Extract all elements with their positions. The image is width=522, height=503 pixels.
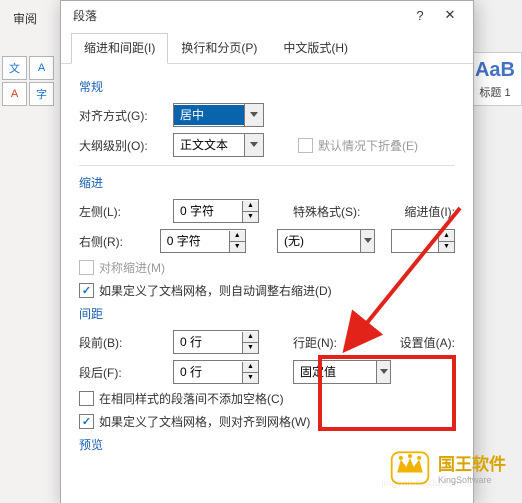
- chevron-down-icon: [244, 134, 263, 156]
- tab-line-page-breaks[interactable]: 换行和分页(P): [168, 33, 270, 63]
- right-indent-spinner[interactable]: 0 字符 ▲▼: [160, 229, 246, 253]
- style-caption: 标题 1: [479, 84, 510, 100]
- spin-up-icon[interactable]: ▲: [243, 332, 258, 342]
- spin-down-icon[interactable]: ▼: [243, 372, 258, 383]
- help-button[interactable]: ?: [405, 1, 435, 29]
- chevron-down-icon: [376, 361, 390, 383]
- dialog-title: 段落: [73, 7, 97, 24]
- checkbox-box: ✓: [79, 414, 94, 429]
- snap-to-grid-label: 如果定义了文档网格，则对齐到网格(W): [99, 413, 310, 430]
- checkbox-box: ✓: [79, 283, 94, 298]
- collapse-checkbox: 默认情况下折叠(E): [298, 137, 418, 154]
- line-spacing-value: 固定值: [294, 362, 376, 382]
- checkbox-box: [79, 260, 94, 275]
- section-indent: 缩进: [79, 174, 455, 191]
- mirror-indent-checkbox: 对称缩进(M): [79, 259, 165, 276]
- outline-label: 大纲级别(O):: [79, 137, 165, 154]
- spin-up-icon[interactable]: ▲: [230, 231, 245, 241]
- mirror-indent-label: 对称缩进(M): [99, 259, 165, 276]
- right-indent-label: 右侧(R):: [79, 233, 152, 250]
- auto-adjust-indent-label: 如果定义了文档网格，则自动调整右缩进(D): [99, 282, 332, 299]
- ribbon-group-2: A 字: [2, 82, 54, 106]
- spin-down-icon[interactable]: ▼: [243, 211, 258, 222]
- space-before-spinner[interactable]: 0 行 ▲▼: [173, 330, 259, 354]
- checkbox-box: [298, 138, 313, 153]
- ribbon-group-1: 文 A: [2, 56, 54, 80]
- divider: [79, 165, 455, 166]
- tab-indent-spacing[interactable]: 缩进和间距(I): [71, 33, 168, 64]
- alignment-label: 对齐方式(G):: [79, 107, 165, 124]
- indent-value-label: 缩进值(I):: [404, 203, 455, 220]
- space-after-value: 0 行: [174, 362, 242, 382]
- spin-up-icon[interactable]: ▲: [243, 201, 258, 211]
- special-label: 特殊格式(S):: [293, 203, 360, 220]
- collapse-label: 默认情况下折叠(E): [318, 137, 418, 154]
- special-value: (无): [278, 231, 360, 251]
- space-before-value: 0 行: [174, 332, 242, 352]
- spin-up-icon[interactable]: ▲: [243, 362, 258, 372]
- chevron-down-icon: [244, 104, 263, 126]
- left-indent-value: 0 字符: [174, 201, 242, 221]
- ribbon-btn-wen[interactable]: 文: [2, 56, 27, 80]
- ribbon-btn-a[interactable]: A: [29, 56, 54, 80]
- no-space-same-style-checkbox[interactable]: 在相同样式的段落间不添加空格(C): [79, 390, 284, 407]
- ribbon-btn-zi[interactable]: 字: [29, 82, 54, 106]
- indent-value-spinner[interactable]: ▲▼: [391, 229, 455, 253]
- outline-combo[interactable]: 正文文本: [173, 133, 264, 157]
- spin-down-icon[interactable]: ▼: [230, 241, 245, 252]
- set-at-label: 设置值(A):: [400, 334, 455, 351]
- line-spacing-label: 行距(N):: [293, 334, 337, 351]
- space-after-label: 段后(F):: [79, 364, 165, 381]
- spin-down-icon[interactable]: ▼: [243, 342, 258, 353]
- paragraph-dialog: 段落 ? ✕ 缩进和间距(I) 换行和分页(P) 中文版式(H) 常规 对齐方式…: [60, 0, 474, 503]
- section-general: 常规: [79, 78, 455, 95]
- right-indent-value: 0 字符: [161, 231, 229, 251]
- ribbon-btn-a2[interactable]: A: [2, 82, 27, 106]
- ribbon-tab-review[interactable]: 审阅: [13, 10, 37, 27]
- dialog-tabs: 缩进和间距(I) 换行和分页(P) 中文版式(H): [61, 29, 473, 64]
- logo-title: 国王软件: [438, 450, 506, 475]
- close-button[interactable]: ✕: [435, 1, 465, 29]
- alignment-value: 居中: [174, 105, 244, 125]
- line-spacing-combo[interactable]: 固定值: [293, 360, 391, 384]
- section-spacing: 间距: [79, 305, 455, 322]
- alignment-combo[interactable]: 居中: [173, 103, 264, 127]
- special-combo[interactable]: (无): [277, 229, 375, 253]
- left-indent-label: 左侧(L):: [79, 203, 165, 220]
- no-space-same-style-label: 在相同样式的段落间不添加空格(C): [99, 390, 284, 407]
- space-after-spinner[interactable]: 0 行 ▲▼: [173, 360, 259, 384]
- left-indent-spinner[interactable]: 0 字符 ▲▼: [173, 199, 259, 223]
- checkbox-box: [79, 391, 94, 406]
- spin-up-icon[interactable]: ▲: [439, 231, 454, 241]
- watermark-text: jingyan.baidu.com: [381, 478, 462, 489]
- auto-adjust-indent-checkbox[interactable]: ✓ 如果定义了文档网格，则自动调整右缩进(D): [79, 282, 332, 299]
- space-before-label: 段前(B):: [79, 334, 165, 351]
- tab-asian-typography[interactable]: 中文版式(H): [270, 33, 361, 63]
- chevron-down-icon: [360, 230, 374, 252]
- outline-value: 正文文本: [174, 135, 244, 155]
- snap-to-grid-checkbox[interactable]: ✓ 如果定义了文档网格，则对齐到网格(W): [79, 413, 310, 430]
- dialog-titlebar: 段落 ? ✕: [61, 1, 473, 29]
- style-gallery-item[interactable]: AaB 标题 1: [468, 52, 522, 106]
- style-preview-text: AaB: [475, 59, 515, 82]
- spin-down-icon[interactable]: ▼: [439, 241, 454, 252]
